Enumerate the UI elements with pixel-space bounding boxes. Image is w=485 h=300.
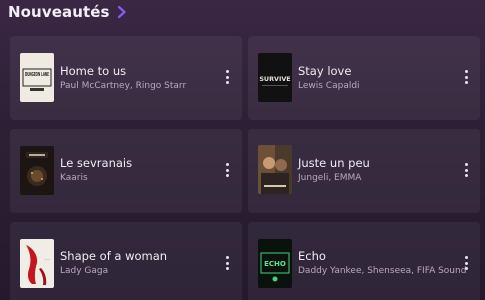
svg-text:◦◦◦: ◦◦◦ [44, 258, 50, 262]
more-options-icon[interactable] [221, 254, 233, 272]
track-title[interactable]: Juste un peu [298, 156, 370, 170]
more-options-icon[interactable] [460, 161, 472, 179]
track-artist[interactable]: Lewis Capaldi [298, 81, 360, 91]
album-cover [20, 146, 54, 195]
track-card[interactable]: ECHO Echo Daddy Yankee, Shenseea, FIFA S… [248, 222, 480, 300]
track-card[interactable]: DUNGEON LANE Home to us Paul McCartney, … [10, 36, 242, 120]
track-title[interactable]: Echo [298, 249, 326, 263]
more-options-icon[interactable] [221, 161, 233, 179]
track-artist[interactable]: Kaaris [60, 173, 88, 183]
track-artist[interactable]: Paul McCartney, Ringo Starr [60, 81, 186, 91]
track-card[interactable]: SURVIVE Stay love Lewis Capaldi [248, 36, 480, 120]
cover-text: ECHO [264, 260, 286, 268]
track-artist[interactable]: Lady Gaga [60, 266, 108, 276]
track-title[interactable]: Shape of a woman [60, 249, 167, 263]
track-card[interactable]: Juste un peu Jungeli, EMMA [248, 129, 480, 213]
track-title[interactable]: Stay love [298, 64, 351, 78]
album-cover [258, 145, 292, 194]
track-artist[interactable]: Jungeli, EMMA [298, 173, 361, 183]
album-cover: ◦◦◦ [20, 239, 54, 288]
track-title[interactable]: Le sevranais [60, 156, 132, 170]
track-title[interactable]: Home to us [60, 64, 126, 78]
more-options-icon[interactable] [460, 68, 472, 86]
more-options-icon[interactable] [221, 68, 233, 86]
cover-text: SURVIVE [259, 75, 290, 83]
album-cover: DUNGEON LANE [20, 53, 54, 102]
cover-text: DUNGEON LANE [25, 72, 49, 78]
track-card[interactable]: ◦◦◦ Shape of a woman Lady Gaga [10, 222, 242, 300]
album-cover: SURVIVE [258, 53, 292, 102]
new-releases-grid: DUNGEON LANE Home to us Paul McCartney, … [0, 0, 485, 300]
track-artist[interactable]: Daddy Yankee, Shenseea, FIFA Sound [298, 266, 466, 276]
track-card[interactable]: Le sevranais Kaaris [10, 129, 242, 213]
more-options-icon[interactable] [460, 254, 472, 272]
album-cover: ECHO [258, 239, 292, 288]
